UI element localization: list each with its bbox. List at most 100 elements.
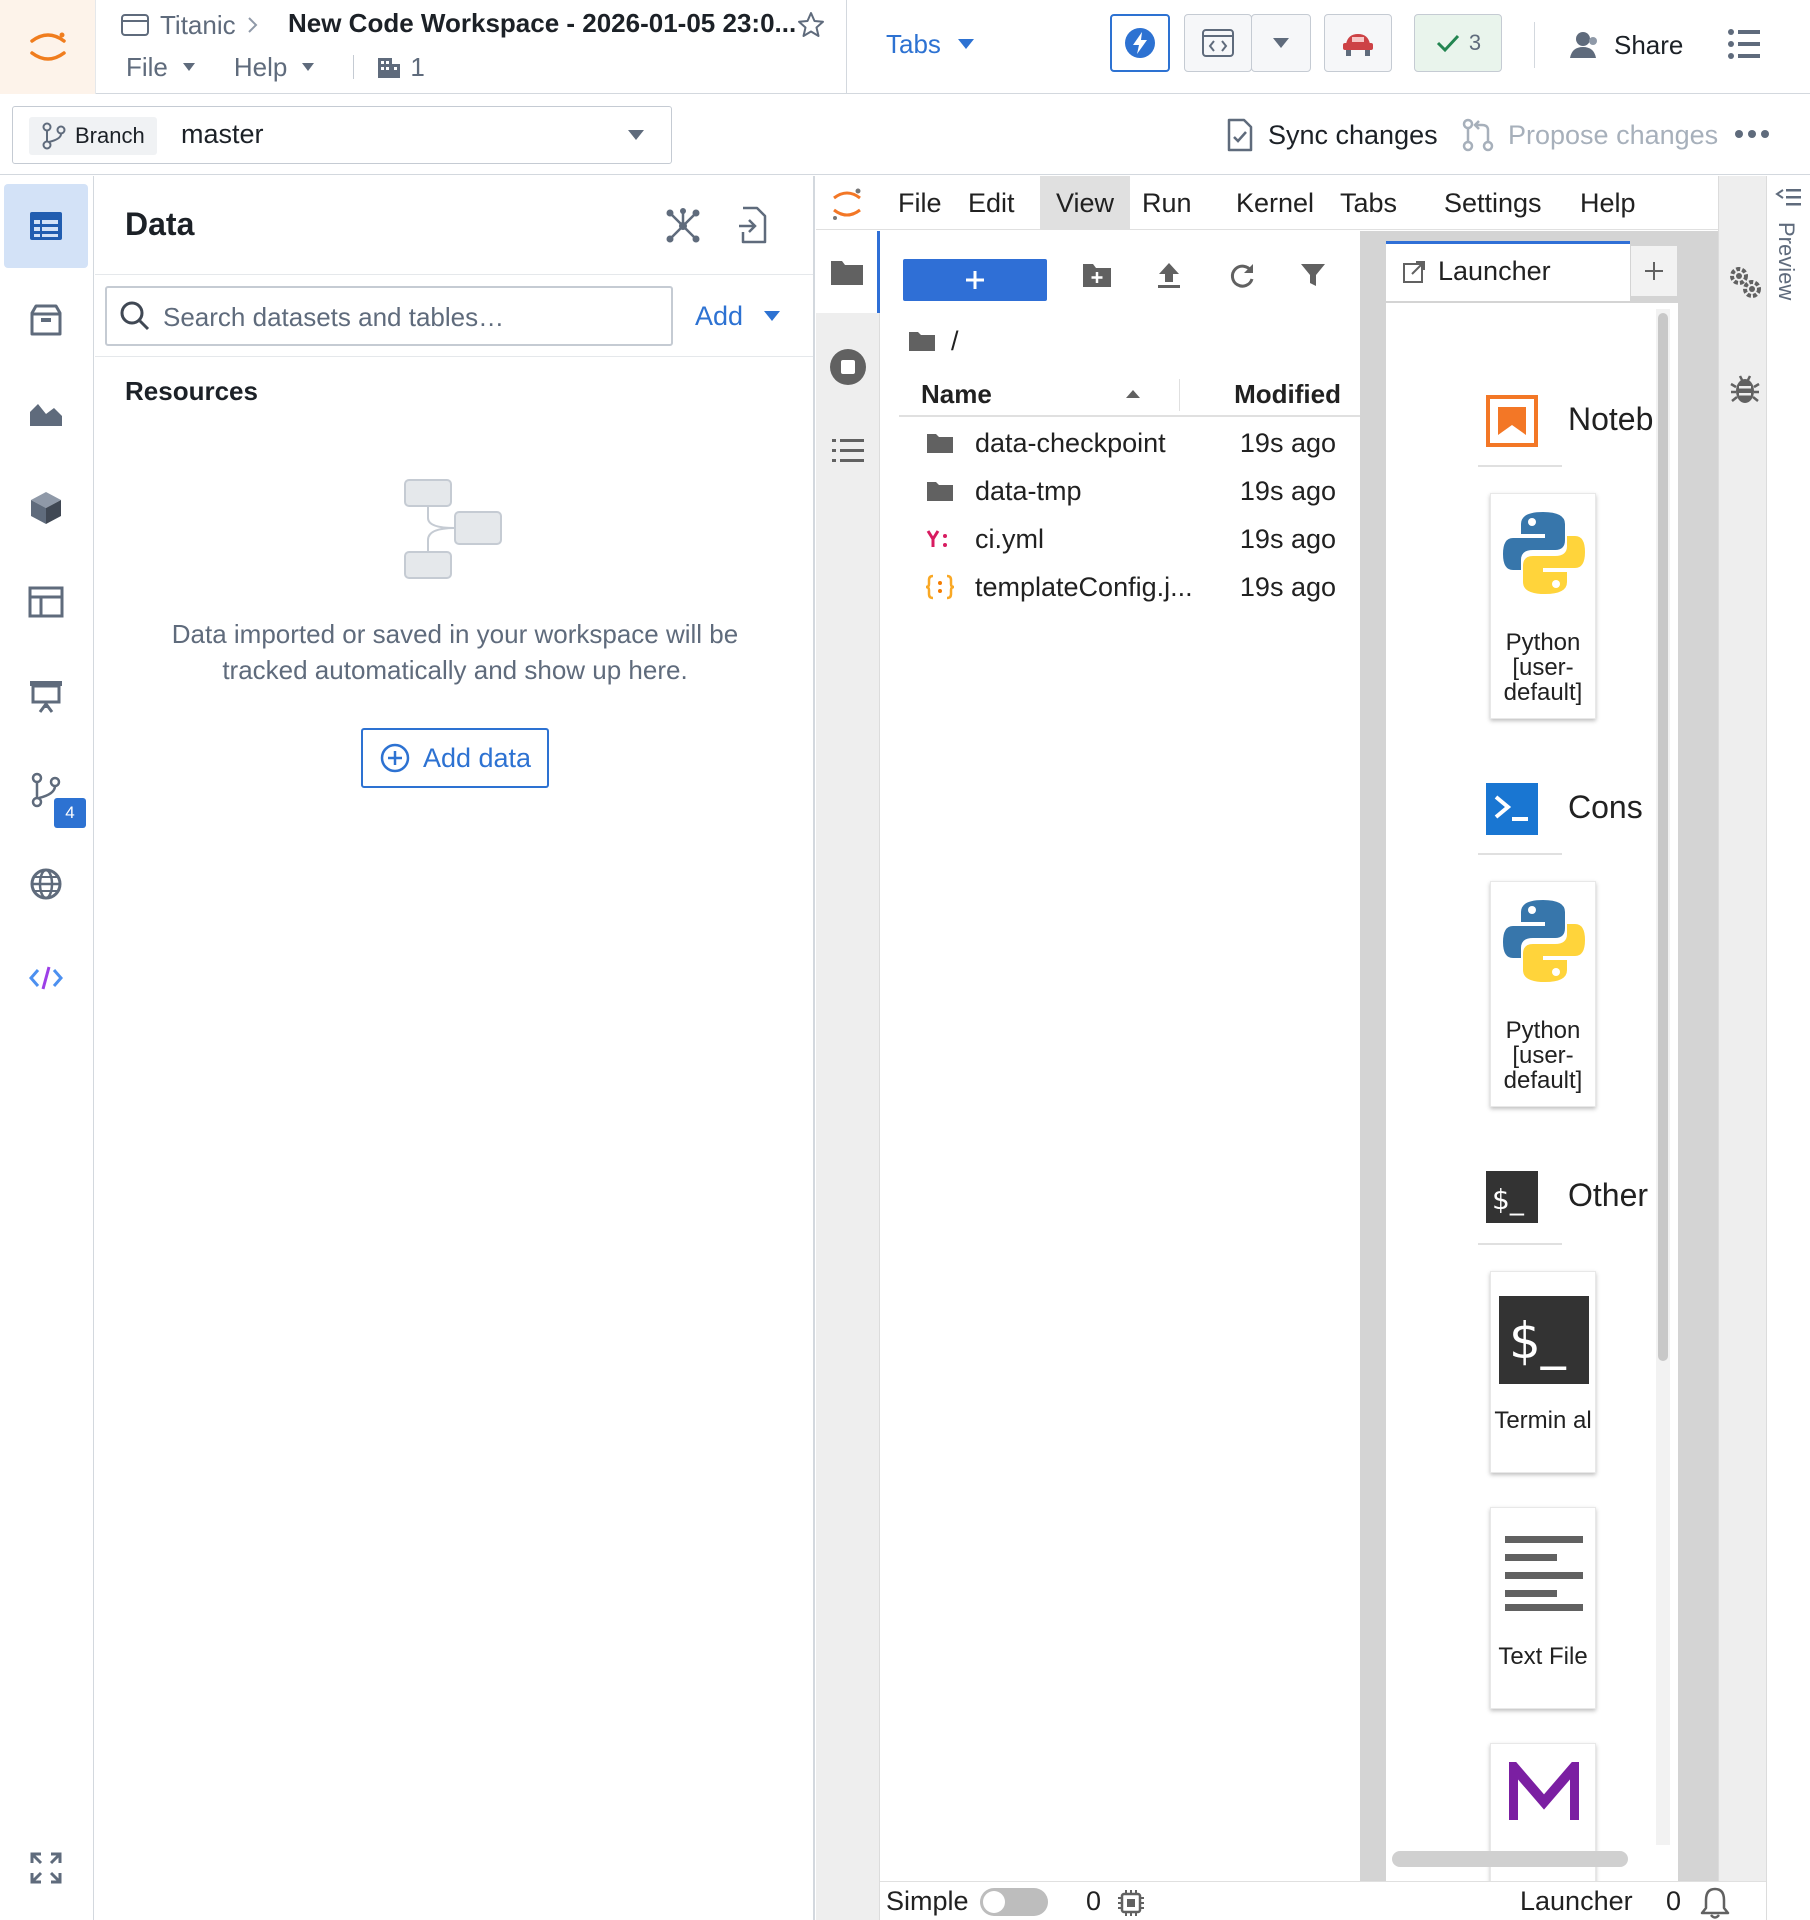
branch-bar: Branch master Sync changes Propose chang… [0,95,1810,175]
markdown-icon [1509,1762,1579,1820]
plus-icon [1645,262,1663,280]
rail-item-data[interactable] [4,184,88,268]
caret-down-icon [302,63,315,71]
new-folder-icon[interactable] [1081,261,1113,289]
topbar-divider [846,0,847,94]
members-indicator[interactable]: 1 [376,52,425,83]
name-column-header[interactable]: Name [921,379,992,410]
checks-count: 3 [1468,30,1482,55]
propose-changes-button[interactable]: Propose changes [1462,115,1718,155]
breadcrumb-project-link[interactable]: Titanic [160,10,236,41]
jupyter-menu-tabs[interactable]: Tabs [1324,176,1413,230]
add-dropdown[interactable]: Add [695,296,781,336]
empty-state-message: Data imported or saved in your workspace… [171,619,739,685]
file-browser-tab[interactable] [816,231,880,313]
branch-tag: Branch [29,117,157,155]
caret-down-icon [1273,38,1289,48]
jupyter-menu-kernel[interactable]: Kernel [1220,176,1330,230]
launcher-tab[interactable]: Launcher [1386,241,1630,301]
upload-icon[interactable] [1155,261,1183,291]
rail-item-objects[interactable] [4,466,88,550]
preview-panel-toggle[interactable]: Preview [1766,176,1810,1920]
folder-icon [830,261,863,285]
running-sessions-tab[interactable] [816,337,880,397]
caret-down-icon [957,39,974,49]
launcher-card-notebook-python[interactable]: Python [user-default] [1490,493,1596,719]
launcher-body: Noteb Python [user-default] Cons Python … [1386,303,1678,1881]
launcher-scrollbar-thumb[interactable] [1658,313,1668,1361]
file-row[interactable]: ci.yml 19s ago [899,515,1360,563]
building-icon [378,58,401,78]
launcher-card-terminal[interactable]: $_ Termin al [1490,1271,1596,1473]
kernel-chip-icon[interactable] [1116,1888,1146,1918]
jupyter-menu-edit[interactable]: Edit [952,176,1031,230]
rail-item-code[interactable] [4,936,88,1020]
simple-mode-toggle[interactable] [980,1888,1048,1916]
lineage-graph-icon[interactable] [665,208,701,244]
rail-item-charts[interactable] [4,372,88,456]
property-inspector-gears-icon[interactable] [1727,264,1763,300]
rail-item-layout[interactable] [4,560,88,644]
file-modified: 19s ago [1239,524,1336,554]
file-row[interactable]: data-tmp 19s ago [899,467,1360,515]
environment-button[interactable] [1324,14,1392,72]
list-icon [832,439,864,462]
file-name: templateConfig.j... [975,572,1193,602]
code-preview-dropdown[interactable] [1251,14,1311,72]
rail-item-packages[interactable] [4,278,88,362]
branch-selector[interactable]: Branch master [12,106,672,164]
star-icon[interactable] [796,10,826,40]
refresh-icon[interactable] [1227,261,1257,291]
git-pull-request-icon [1462,118,1494,152]
jupyter-menu-file[interactable]: File [882,176,958,230]
file-row[interactable]: data-checkpoint 19s ago [899,419,1360,467]
app-logo[interactable] [0,0,96,94]
rail-item-expand[interactable] [4,1826,88,1910]
rail-item-globe[interactable] [4,842,88,926]
sync-changes-label: Sync changes [1268,119,1438,150]
sync-changes-button[interactable]: Sync changes [1226,115,1438,155]
share-button[interactable]: Share [1568,26,1683,64]
add-data-button[interactable]: Add data [361,728,549,788]
new-launcher-button[interactable] [903,259,1047,301]
rail-item-presentation[interactable] [4,654,88,738]
lightning-button[interactable] [1110,14,1170,72]
car-icon [1343,34,1373,56]
branch-name: master [181,119,264,149]
filter-icon[interactable] [1299,261,1327,289]
launcher-card-console-python[interactable]: Python [user-default] [1490,881,1596,1107]
more-options-icon[interactable] [1734,129,1770,139]
jupyter-menu-run[interactable]: Run [1126,176,1208,230]
checks-button[interactable]: 3 [1414,14,1502,72]
tabs-dropdown[interactable]: Tabs [886,26,975,62]
jupyterlab: File Edit View Run Kernel Tabs Settings … [816,176,1810,1920]
jupyter-menu-settings[interactable]: Settings [1428,176,1558,230]
import-file-icon[interactable] [737,206,769,244]
caret-down-icon [764,311,781,321]
launcher-card-text-file[interactable]: Text File [1490,1507,1596,1709]
file-menu[interactable]: File [126,52,196,83]
code-preview-button[interactable] [1184,14,1252,72]
rail-item-branches[interactable]: 4 [4,748,88,832]
launcher-horizontal-scrollbar[interactable] [1392,1851,1628,1867]
help-menu[interactable]: Help [234,52,315,83]
table-of-contents-tab[interactable] [816,421,880,481]
jupyter-menu-view[interactable]: View [1040,176,1131,230]
folder-icon[interactable] [907,329,937,353]
dataset-search-input[interactable] [163,298,663,336]
modified-column-header[interactable]: Modified [1199,379,1341,410]
workspace-title[interactable]: New Code Workspace - 2026-01-05 23:0... [288,8,796,42]
list-menu-icon[interactable] [1726,26,1762,62]
sort-ascending-icon[interactable] [1125,389,1141,399]
preview-label: Preview [1774,222,1799,301]
bell-icon[interactable] [1698,1886,1732,1920]
jupyter-menu-help[interactable]: Help [1564,176,1652,230]
current-path: / [951,325,959,356]
tabs-dropdown-label: Tabs [886,28,941,59]
help-menu-label: Help [233,51,288,82]
text-file-icon [1505,1536,1583,1611]
add-tab-button[interactable] [1630,245,1678,297]
panel-splitter[interactable] [1360,231,1376,1881]
file-row[interactable]: templateConfig.j... 19s ago [899,563,1360,611]
debugger-bug-icon[interactable] [1729,372,1761,406]
